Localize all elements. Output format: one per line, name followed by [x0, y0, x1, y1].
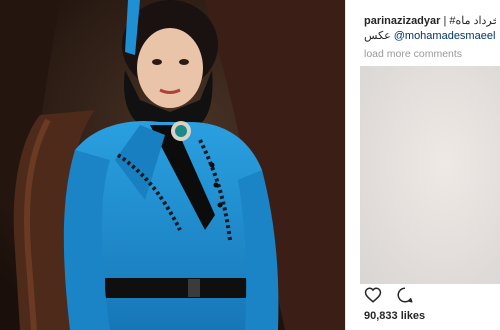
post-photo[interactable] — [0, 0, 345, 330]
load-more-comments-link[interactable]: load more comments — [364, 48, 496, 60]
blurred-comments-area — [360, 66, 500, 284]
heart-icon[interactable] — [364, 286, 382, 304]
caption-text: از ۳۹ خرداد ماه# | — [443, 15, 496, 27]
likes-count[interactable]: 90,833 likes — [364, 310, 496, 322]
caption-mention-line: عکس @mohamadesmaeeli — [364, 29, 496, 42]
caption-line: parinazizadyar از ۳۹ خرداد ماه# | — [364, 14, 496, 27]
mention-link[interactable]: @mohamadesmaeeli — [394, 30, 496, 42]
username-link[interactable]: parinazizadyar — [364, 15, 440, 27]
photo-illustration — [0, 0, 345, 330]
post-side-panel: parinazizadyar از ۳۹ خرداد ماه# | عکس @m… — [346, 0, 500, 330]
comment-icon[interactable] — [396, 286, 414, 304]
action-bar — [364, 286, 424, 306]
caption-word: عکس — [364, 30, 391, 42]
